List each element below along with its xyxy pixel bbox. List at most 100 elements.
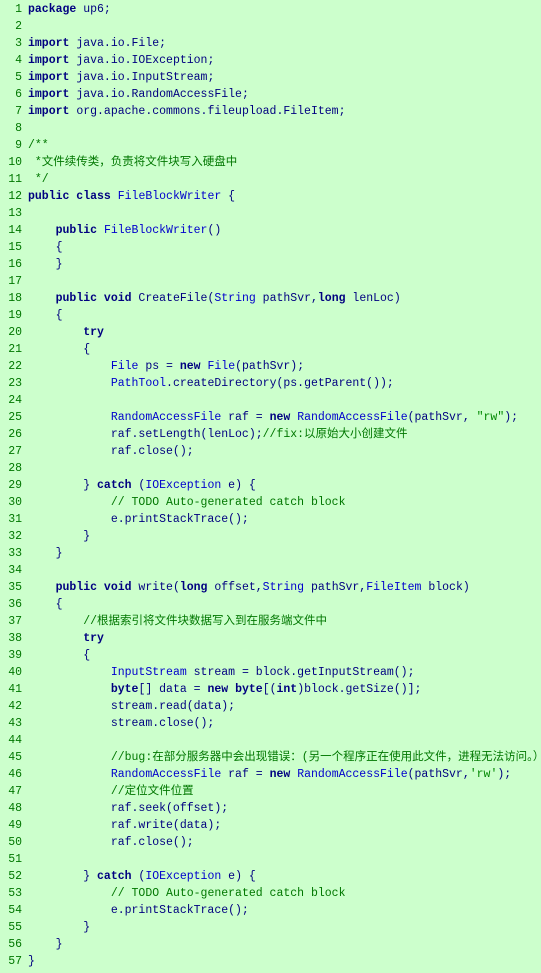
line-code: public void CreateFile(String pathSvr,lo… <box>28 291 541 308</box>
line-code: // TODO Auto-generated catch block <box>28 495 541 512</box>
line-code: public FileBlockWriter() <box>28 223 541 240</box>
line-code: raf.write(data); <box>28 818 541 835</box>
line-code: e.printStackTrace(); <box>28 903 541 920</box>
line-number: 2 <box>0 19 28 36</box>
line-number: 37 <box>0 614 28 631</box>
code-line-41: 41 byte[] data = new byte[(int)block.get… <box>0 682 541 699</box>
line-number: 46 <box>0 767 28 784</box>
line-code: } <box>28 257 541 274</box>
line-number: 32 <box>0 529 28 546</box>
line-number: 52 <box>0 869 28 886</box>
line-number: 12 <box>0 189 28 206</box>
line-number: 10 <box>0 155 28 172</box>
code-editor: 1 package up6; 2 3 import java.io.File; … <box>0 0 541 973</box>
code-line-3: 3 import java.io.File; <box>0 36 541 53</box>
line-code: RandomAccessFile raf = new RandomAccessF… <box>28 767 541 784</box>
line-code: RandomAccessFile raf = new RandomAccessF… <box>28 410 541 427</box>
line-code: { <box>28 648 541 665</box>
line-code: { <box>28 308 541 325</box>
code-line-54: 54 e.printStackTrace(); <box>0 903 541 920</box>
line-number: 26 <box>0 427 28 444</box>
line-code: stream.read(data); <box>28 699 541 716</box>
code-line-51: 51 <box>0 852 541 869</box>
line-number: 40 <box>0 665 28 682</box>
code-line-29: 29 } catch (IOException e) { <box>0 478 541 495</box>
line-number: 7 <box>0 104 28 121</box>
line-number: 4 <box>0 53 28 70</box>
line-code <box>28 563 541 580</box>
line-code: stream.close(); <box>28 716 541 733</box>
line-code: } <box>28 529 541 546</box>
code-line-50: 50 raf.close(); <box>0 835 541 852</box>
line-code: } <box>28 954 541 971</box>
code-line-37: 37 //根据索引将文件块数据写入到在服务端文件中 <box>0 614 541 631</box>
line-code: } catch (IOException e) { <box>28 869 541 886</box>
line-number: 53 <box>0 886 28 903</box>
code-line-35: 35 public void write(long offset,String … <box>0 580 541 597</box>
line-code <box>28 393 541 410</box>
line-number: 25 <box>0 410 28 427</box>
line-number: 13 <box>0 206 28 223</box>
line-number: 22 <box>0 359 28 376</box>
line-code: raf.seek(offset); <box>28 801 541 818</box>
line-number: 50 <box>0 835 28 852</box>
code-line-16: 16 } <box>0 257 541 274</box>
line-code: *文件续传类，负责将文件块写入硬盘中 <box>28 155 541 172</box>
code-line-56: 56 } <box>0 937 541 954</box>
code-line-48: 48 raf.seek(offset); <box>0 801 541 818</box>
line-code: { <box>28 597 541 614</box>
code-line-26: 26 raf.setLength(lenLoc);//fix:以原始大小创建文件 <box>0 427 541 444</box>
line-number: 38 <box>0 631 28 648</box>
line-code: public class FileBlockWriter { <box>28 189 541 206</box>
code-line-9: 9 /** <box>0 138 541 155</box>
line-code: */ <box>28 172 541 189</box>
code-line-5: 5 import java.io.InputStream; <box>0 70 541 87</box>
line-code <box>28 274 541 291</box>
code-line-46: 46 RandomAccessFile raf = new RandomAcce… <box>0 767 541 784</box>
line-number: 35 <box>0 580 28 597</box>
code-line-21: 21 { <box>0 342 541 359</box>
code-line-7: 7 import org.apache.commons.fileupload.F… <box>0 104 541 121</box>
line-number: 17 <box>0 274 28 291</box>
code-line-38: 38 try <box>0 631 541 648</box>
line-code: raf.close(); <box>28 444 541 461</box>
line-code: //定位文件位置 <box>28 784 541 801</box>
line-code: e.printStackTrace(); <box>28 512 541 529</box>
line-number: 5 <box>0 70 28 87</box>
line-number: 39 <box>0 648 28 665</box>
code-line-4: 4 import java.io.IOException; <box>0 53 541 70</box>
code-line-6: 6 import java.io.RandomAccessFile; <box>0 87 541 104</box>
line-number: 6 <box>0 87 28 104</box>
line-number: 41 <box>0 682 28 699</box>
code-line-32: 32 } <box>0 529 541 546</box>
line-code: File ps = new File(pathSvr); <box>28 359 541 376</box>
line-number: 34 <box>0 563 28 580</box>
code-line-1: 1 package up6; <box>0 2 541 19</box>
code-line-47: 47 //定位文件位置 <box>0 784 541 801</box>
line-number: 9 <box>0 138 28 155</box>
line-code: import java.io.File; <box>28 36 541 53</box>
line-number: 23 <box>0 376 28 393</box>
line-code <box>28 733 541 750</box>
code-line-43: 43 stream.close(); <box>0 716 541 733</box>
code-line-42: 42 stream.read(data); <box>0 699 541 716</box>
line-code: // TODO Auto-generated catch block <box>28 886 541 903</box>
line-code: raf.setLength(lenLoc);//fix:以原始大小创建文件 <box>28 427 541 444</box>
code-line-11: 11 */ <box>0 172 541 189</box>
line-number: 48 <box>0 801 28 818</box>
line-code: } catch (IOException e) { <box>28 478 541 495</box>
line-number: 49 <box>0 818 28 835</box>
code-line-27: 27 raf.close(); <box>0 444 541 461</box>
line-code: /** <box>28 138 541 155</box>
line-code: { <box>28 342 541 359</box>
line-number: 47 <box>0 784 28 801</box>
line-code: public void write(long offset,String pat… <box>28 580 541 597</box>
line-code: import java.io.RandomAccessFile; <box>28 87 541 104</box>
code-line-22: 22 File ps = new File(pathSvr); <box>0 359 541 376</box>
code-line-45: 45 //bug:在部分服务器中会出现错误：(另一个程序正在使用此文件，进程无法… <box>0 750 541 767</box>
line-number: 1 <box>0 2 28 19</box>
line-number: 45 <box>0 750 28 767</box>
line-number: 21 <box>0 342 28 359</box>
code-line-15: 15 { <box>0 240 541 257</box>
line-number: 44 <box>0 733 28 750</box>
